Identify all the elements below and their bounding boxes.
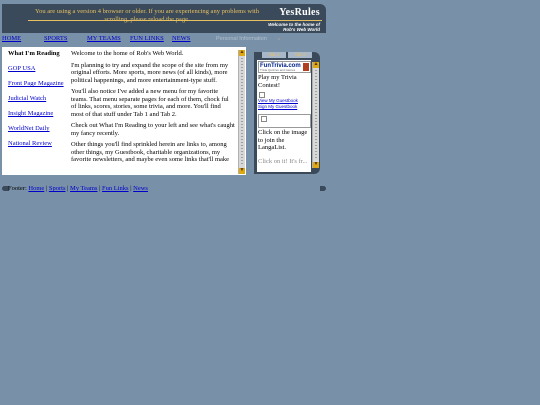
chevron-right-icon: ›	[278, 36, 280, 42]
footer-label: Footer:	[8, 185, 27, 192]
main-scrollbar[interactable]: ▲ ▼	[238, 50, 245, 174]
reading-list: What I'm Reading GOP USA Front Page Maga…	[8, 50, 66, 155]
reading-link-judicial-watch[interactable]: Judicial Watch	[8, 95, 66, 102]
content-paragraph: You'll also notice I've added a new menu…	[71, 88, 229, 118]
personal-info-label: Personal Information	[216, 36, 267, 42]
reading-link-national-review[interactable]: National Review	[8, 140, 66, 147]
tab-1[interactable]: Tab 1	[262, 52, 286, 58]
reading-link-insight-magazine[interactable]: Insight Magazine	[8, 110, 66, 117]
nav-news[interactable]: NEWS	[172, 35, 190, 42]
langalist-image[interactable]	[258, 114, 311, 128]
broken-image-icon	[261, 116, 267, 122]
scroll-up-icon[interactable]: ▲	[313, 62, 319, 68]
nav-my-teams[interactable]: MY TEAMS	[87, 35, 121, 42]
main-content-panel: What I'm Reading GOP USA Front Page Maga…	[2, 47, 246, 175]
site-tagline: Welcome to the home of Rob's Web World	[268, 22, 320, 32]
trivia-icon	[303, 63, 309, 71]
nav-home[interactable]: HOME	[2, 35, 21, 42]
footer-link-home[interactable]: Home	[28, 185, 44, 192]
play-trivia-text: Play my Trivia Contest!	[258, 74, 297, 89]
footer-link-my-teams[interactable]: My Teams	[70, 185, 97, 192]
reading-list-title: What I'm Reading	[8, 50, 60, 57]
reading-link-front-page-magazine[interactable]: Front Page Magazine	[8, 80, 66, 87]
scroll-track[interactable]	[315, 70, 317, 160]
view-guestbook-link[interactable]: View My Guestbook	[258, 98, 298, 103]
welcome-text: Welcome to the home of Rob's Web World. …	[71, 50, 235, 168]
footer-link-fun-links[interactable]: Fun Links	[102, 185, 129, 192]
top-nav: HOME SPORTS MY TEAMS FUN LINKS NEWS Pers…	[2, 35, 328, 45]
footer-right-cap	[320, 186, 326, 191]
footer-link-sports[interactable]: Sports	[49, 185, 66, 192]
tab-2[interactable]: Tab 2	[288, 52, 312, 58]
scroll-track[interactable]	[241, 58, 243, 166]
scroll-down-icon[interactable]: ▼	[313, 162, 319, 168]
langalist-text: Click on the image to join the LangaList…	[258, 129, 308, 151]
nav-sports[interactable]: SPORTS	[44, 35, 67, 42]
reading-link-worldnet-daily[interactable]: WorldNet Daily	[8, 125, 66, 132]
content-paragraph: I'm planning to try and expand the scope…	[71, 61, 229, 84]
reading-link-gop-usa[interactable]: GOP USA	[8, 65, 66, 72]
site-footer: Footer: Home | Sports | My Teams | Fun L…	[2, 185, 328, 195]
header-divider	[28, 20, 322, 21]
side-panel: FunTrivia.com Trivia Quizzes and Games P…	[257, 60, 311, 172]
footer-links: Footer: Home | Sports | My Teams | Fun L…	[8, 185, 148, 192]
funtrivia-logo-sub: Trivia Quizzes and Games	[260, 68, 296, 72]
cutoff-text: Click on it! It's fr...	[258, 158, 308, 165]
content-paragraph: Check out What I'm Reading to your left …	[71, 122, 235, 137]
side-scrollbar[interactable]: ▲ ▼	[312, 62, 319, 168]
funtrivia-logo[interactable]: FunTrivia.com Trivia Quizzes and Games	[258, 61, 311, 73]
scroll-down-icon[interactable]: ▼	[239, 168, 245, 174]
side-widget: Tab 1 Tab 2 FunTrivia.com Trivia Quizzes…	[254, 52, 320, 174]
sign-guestbook-link[interactable]: Sign My Guestbook	[258, 104, 297, 109]
browser-warning: You are using a version 4 browser or old…	[35, 8, 259, 23]
footer-link-news[interactable]: News	[133, 185, 148, 192]
site-header: You are using a version 4 browser or old…	[2, 4, 326, 33]
site-brand: YesRules	[279, 7, 320, 18]
scroll-up-icon[interactable]: ▲	[239, 50, 245, 56]
nav-fun-links[interactable]: FUN LINKS	[130, 35, 164, 42]
content-paragraph: Other things you'll find sprinkled herei…	[71, 141, 230, 163]
content-paragraph: Welcome to the home of Rob's Web World.	[71, 50, 184, 57]
